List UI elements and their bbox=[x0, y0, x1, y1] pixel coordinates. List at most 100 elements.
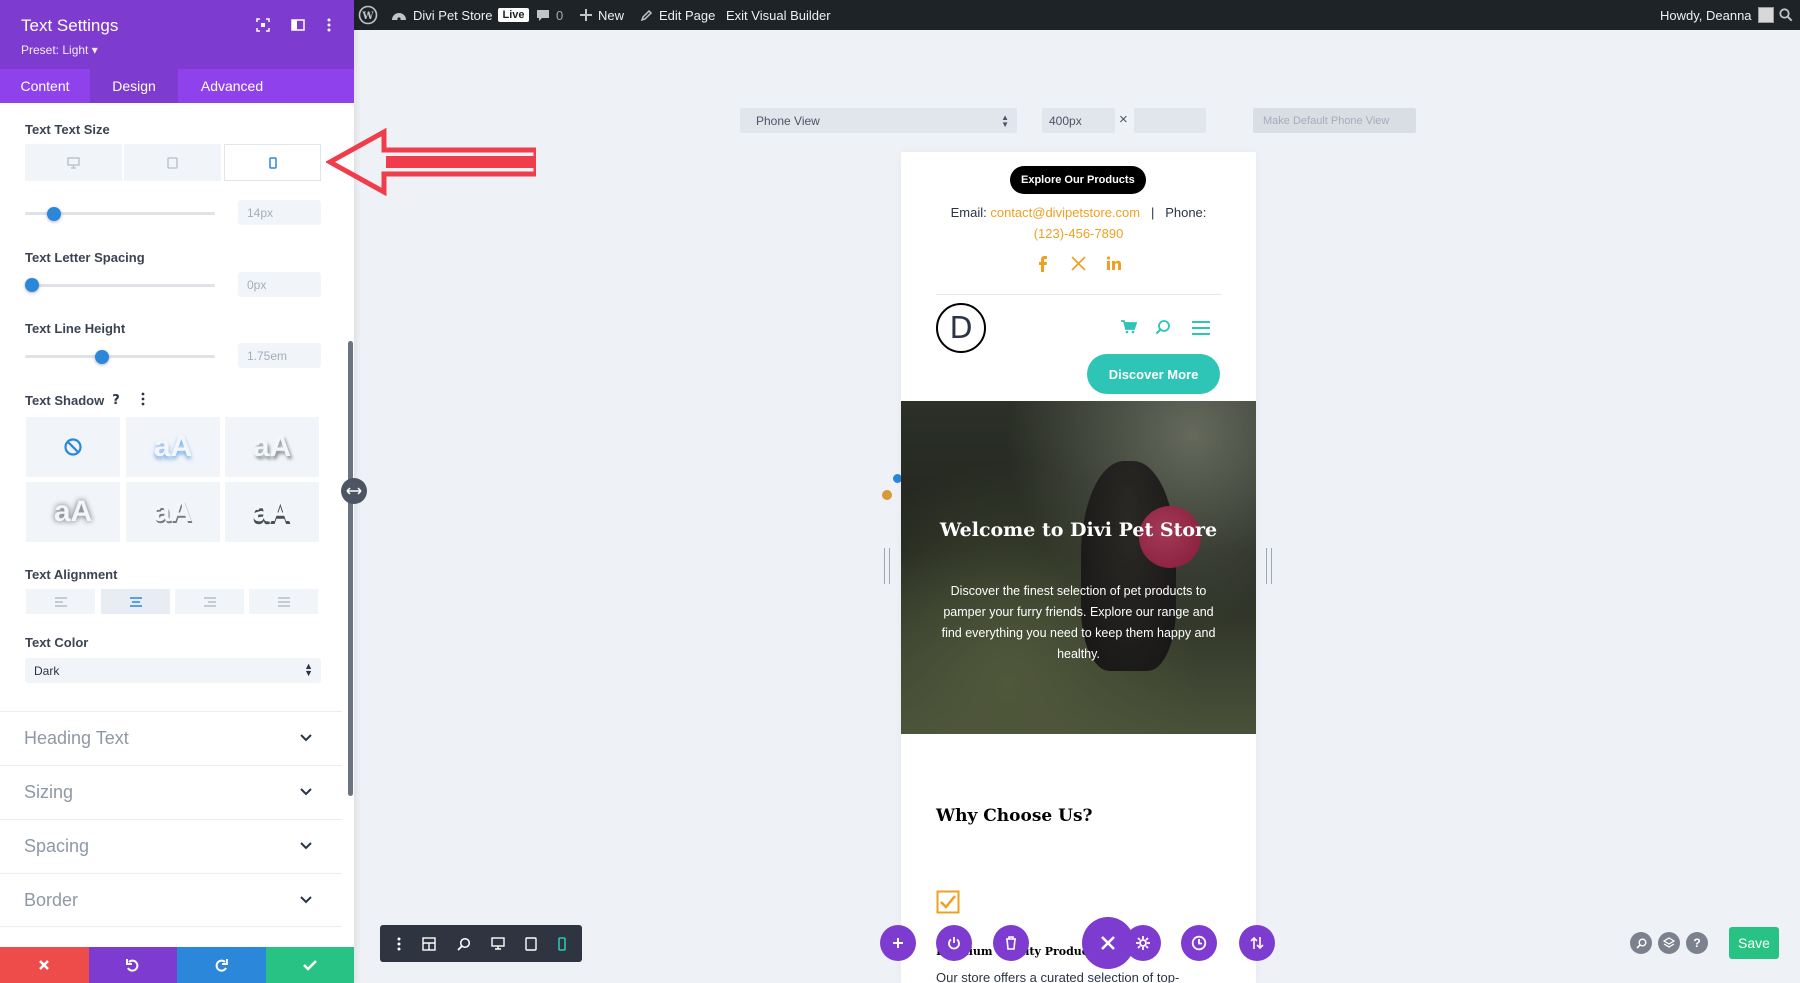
contact-line: Email: contact@divipetstore.com | Phone:… bbox=[901, 202, 1256, 244]
add-module-button[interactable] bbox=[880, 925, 916, 961]
shadow-preset-1[interactable]: aA bbox=[126, 417, 220, 477]
feature-text: Our store offers a curated selection of … bbox=[936, 970, 1180, 983]
site-logo[interactable]: D bbox=[936, 303, 986, 353]
tab-advanced[interactable]: Advanced bbox=[178, 69, 286, 103]
select-arrows-icon: ▲ ▼ bbox=[1001, 113, 1009, 129]
section-title: Spacing bbox=[24, 836, 90, 856]
wordpress-logo-icon[interactable]: W bbox=[358, 0, 378, 30]
shadow-preset-2[interactable]: aA bbox=[225, 417, 319, 477]
discover-more-button[interactable]: Discover More bbox=[1087, 354, 1220, 394]
comments-menu[interactable]: 0 bbox=[536, 0, 563, 30]
make-default-button[interactable]: Make Default Phone View bbox=[1253, 108, 1416, 133]
align-right-button[interactable] bbox=[175, 589, 244, 614]
panel-scrollbar[interactable] bbox=[348, 341, 353, 796]
align-left-button[interactable] bbox=[26, 589, 95, 614]
phone-icon[interactable] bbox=[557, 936, 566, 951]
search-icon[interactable] bbox=[1779, 0, 1793, 30]
x-twitter-icon[interactable] bbox=[1070, 256, 1086, 274]
line-height-input[interactable]: 1.75em bbox=[238, 343, 321, 368]
hero-title: Welcome to Divi Pet Store bbox=[939, 519, 1218, 541]
social-icons bbox=[1037, 256, 1121, 274]
letter-spacing-slider[interactable] bbox=[25, 284, 215, 287]
redo-button[interactable] bbox=[177, 947, 266, 983]
tablet-icon[interactable] bbox=[525, 936, 538, 951]
shadow-none-option[interactable] bbox=[26, 417, 120, 477]
help-button[interactable]: ? bbox=[1686, 932, 1708, 954]
power-button[interactable] bbox=[936, 925, 972, 961]
phone-label: Phone: bbox=[1165, 205, 1207, 220]
hamburger-menu-icon[interactable] bbox=[1192, 321, 1210, 335]
search-icon[interactable] bbox=[1155, 319, 1171, 335]
account-menu[interactable]: Howdy, Deanna bbox=[1660, 0, 1774, 30]
section-heading-text[interactable]: Heading Text bbox=[0, 711, 342, 765]
close-icon bbox=[38, 959, 50, 971]
panel-resize-handle[interactable] bbox=[341, 478, 367, 504]
live-badge: Live bbox=[498, 8, 529, 22]
view-mode-select[interactable]: Phone View ▲ ▼ bbox=[740, 108, 1017, 133]
text-size-slider-handle[interactable] bbox=[47, 207, 61, 221]
align-center-button[interactable] bbox=[101, 589, 170, 614]
select-arrows-icon: ▲ ▼ bbox=[304, 661, 313, 678]
linkedin-icon[interactable] bbox=[1107, 256, 1121, 274]
desktop-icon[interactable] bbox=[491, 937, 505, 950]
wireframe-icon[interactable] bbox=[422, 936, 437, 951]
line-height-slider[interactable] bbox=[25, 355, 215, 358]
preset-dropdown[interactable]: Preset: Light ▾ bbox=[21, 43, 98, 57]
portability-button[interactable] bbox=[1239, 925, 1275, 961]
save-changes-button[interactable] bbox=[265, 947, 354, 983]
shadow-preset-4[interactable]: aA bbox=[126, 482, 220, 542]
split-view-icon[interactable] bbox=[290, 17, 306, 33]
height-input[interactable] bbox=[1134, 108, 1206, 133]
text-color-select[interactable]: Dark ▲ ▼ bbox=[25, 658, 321, 683]
phone-number-link[interactable]: (123)-456-7890 bbox=[1034, 226, 1124, 241]
fullscreen-icon[interactable] bbox=[255, 17, 271, 33]
left-width-handle[interactable] bbox=[884, 548, 890, 584]
hero-overlay bbox=[901, 401, 1256, 734]
save-button[interactable]: Save bbox=[1729, 927, 1779, 959]
section-border[interactable]: Border bbox=[0, 873, 342, 927]
undo-button[interactable] bbox=[88, 947, 177, 983]
width-input[interactable]: 400px bbox=[1042, 108, 1115, 133]
panel-header: Text Settings Preset: Light ▾ bbox=[0, 0, 354, 69]
text-size-label: Text Text Size bbox=[25, 122, 110, 137]
tab-design[interactable]: Design bbox=[90, 69, 178, 103]
tablet-view-toggle[interactable] bbox=[124, 144, 221, 181]
tab-content[interactable]: Content bbox=[0, 69, 90, 103]
align-justify-button[interactable] bbox=[249, 589, 318, 614]
cart-icon[interactable] bbox=[1121, 320, 1137, 334]
shadow-options-icon[interactable] bbox=[137, 391, 149, 407]
right-width-handle[interactable] bbox=[1266, 548, 1272, 584]
phone-view-toggle[interactable] bbox=[224, 144, 321, 181]
shadow-preset-3[interactable]: aA bbox=[26, 482, 120, 542]
layers-button[interactable] bbox=[1658, 932, 1680, 954]
more-vertical-icon[interactable] bbox=[396, 936, 402, 952]
more-options-icon[interactable] bbox=[321, 17, 337, 33]
text-alignment-label: Text Alignment bbox=[25, 567, 118, 582]
page-settings-button[interactable] bbox=[1125, 925, 1161, 961]
explore-products-button[interactable]: Explore Our Products bbox=[1010, 166, 1146, 194]
facebook-icon[interactable] bbox=[1037, 256, 1049, 274]
section-spacing[interactable]: Spacing bbox=[0, 819, 342, 873]
shadow-preset-5[interactable]: aA bbox=[225, 482, 319, 542]
history-button[interactable] bbox=[1181, 925, 1217, 961]
line-height-slider-handle[interactable] bbox=[95, 350, 109, 364]
section-title: Border bbox=[24, 890, 79, 910]
text-size-input[interactable]: 14px bbox=[238, 200, 321, 225]
email-link[interactable]: contact@divipetstore.com bbox=[990, 205, 1140, 220]
zoom-icon[interactable] bbox=[457, 937, 471, 951]
section-sizing[interactable]: Sizing bbox=[0, 765, 342, 819]
new-menu[interactable]: New bbox=[580, 0, 624, 30]
site-name[interactable]: Divi Pet Store bbox=[413, 8, 492, 23]
letter-spacing-input[interactable]: 0px bbox=[238, 272, 321, 297]
avatar bbox=[1757, 7, 1774, 23]
discard-button[interactable] bbox=[0, 947, 89, 983]
exit-visual-builder-link[interactable]: Exit Visual Builder bbox=[726, 0, 831, 30]
edit-page-link[interactable]: Edit Page bbox=[640, 0, 715, 30]
site-menu[interactable]: Divi Pet Store Live bbox=[391, 0, 529, 30]
help-icon[interactable]: ? bbox=[108, 391, 124, 407]
hero-section: Welcome to Divi Pet Store Discover the f… bbox=[901, 401, 1256, 734]
letter-spacing-slider-handle[interactable] bbox=[25, 278, 39, 292]
desktop-view-toggle[interactable] bbox=[25, 144, 122, 181]
delete-button[interactable] bbox=[993, 925, 1029, 961]
find-replace-button[interactable] bbox=[1630, 932, 1652, 954]
